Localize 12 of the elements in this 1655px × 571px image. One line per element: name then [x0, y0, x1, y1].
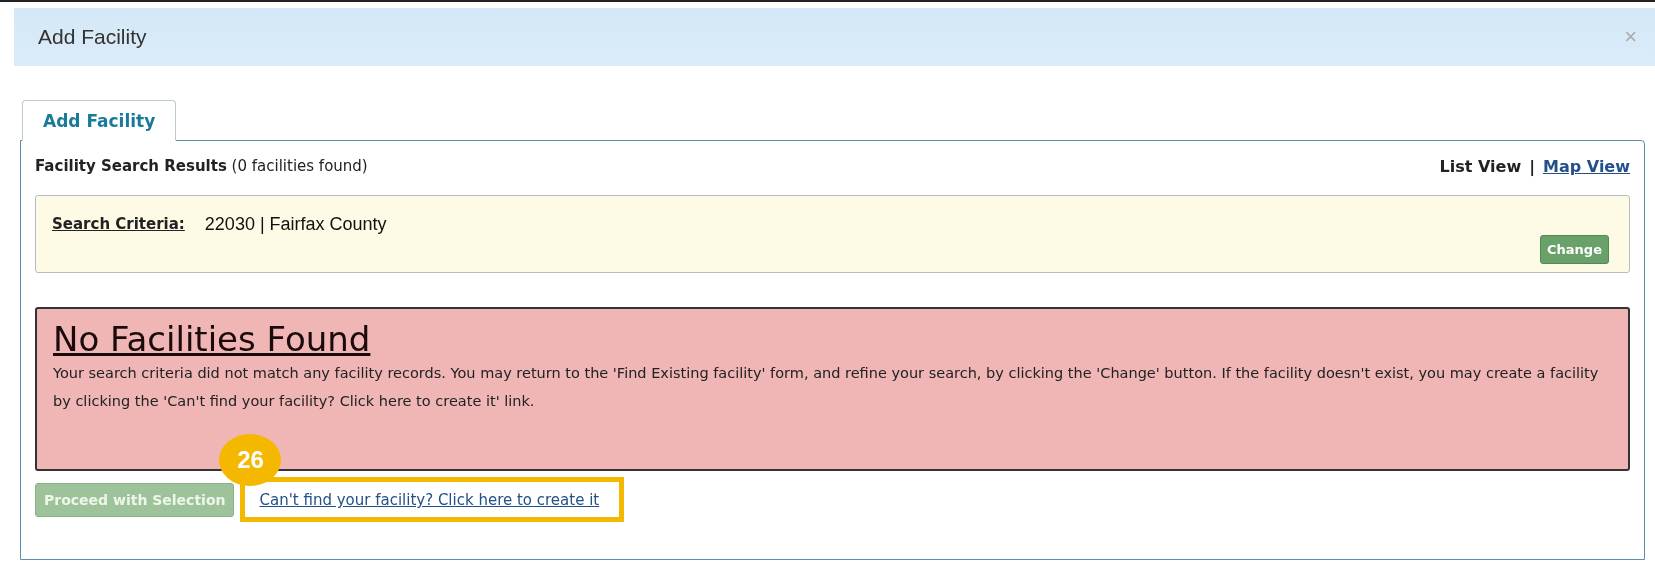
- alert-title: No Facilities Found: [53, 319, 372, 359]
- results-heading: Facility Search Results (0 facilities found): [35, 157, 368, 175]
- window-title: Add Facility: [38, 25, 147, 49]
- alert-message: Your search criteria did not match any facility records. You may return to the 'Find Existing facility' form, and refine your search, by clicking the 'Change' button. If the facility doesn't exist, you may create a facility by clicking the 'Can't find your facility? Click here to create it' link.: [53, 364, 1600, 411]
- tab[interactable]: Add Facility: [22, 100, 177, 141]
- view-link[interactable]: Map View: [1543, 156, 1630, 176]
- view-separator: |: [1529, 156, 1536, 176]
- search-criteria-value: 22030 | Fairfax County: [204, 213, 388, 235]
- create-facility-link[interactable]: Can't find your facility? Click here to create it: [259, 491, 600, 509]
- change-button[interactable]: Change: [1540, 234, 1609, 264]
- search-criteria-label: Search Criteria:: [52, 215, 185, 233]
- current-view-label[interactable]: List View: [1439, 156, 1522, 176]
